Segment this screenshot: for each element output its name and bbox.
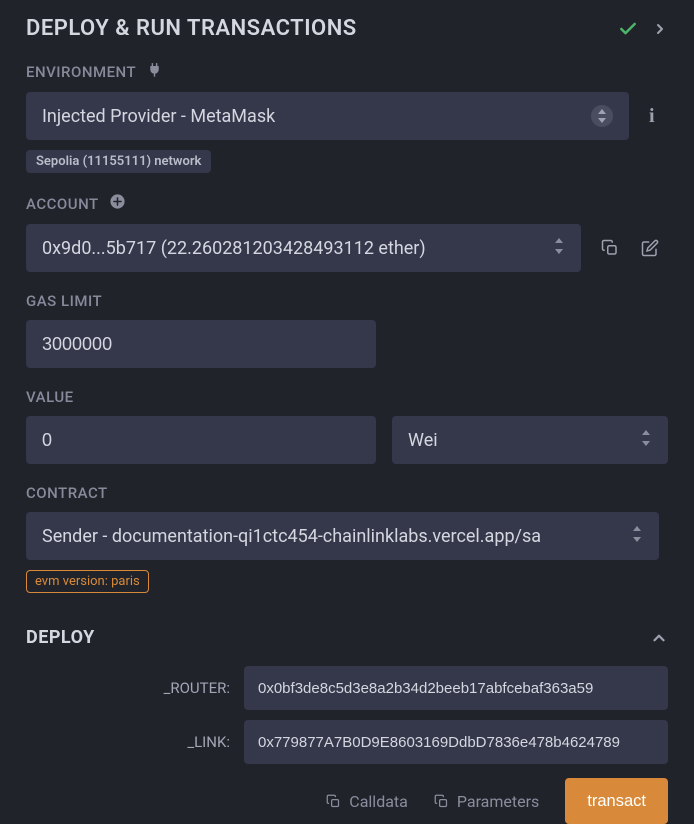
gas-limit-label: GAS LIMIT <box>26 292 102 310</box>
network-badge: Sepolia (11155111) network <box>26 150 211 173</box>
copy-icon[interactable] <box>601 239 619 257</box>
checkmark-icon[interactable] <box>618 19 638 39</box>
account-select[interactable]: 0x9d0...5b717 (22.260281203428493112 eth… <box>26 224 581 272</box>
param-label-router: _ROUTER: <box>34 679 244 697</box>
info-icon[interactable]: i <box>649 105 655 128</box>
account-label: ACCOUNT <box>26 195 99 213</box>
param-input-link[interactable] <box>244 720 668 764</box>
deploy-title: DEPLOY <box>26 627 95 648</box>
gas-limit-input[interactable] <box>26 320 376 368</box>
environment-label: ENVIRONMENT <box>26 63 136 81</box>
gas-limit-label-row: GAS LIMIT <box>26 292 668 310</box>
contract-label: CONTRACT <box>26 484 108 502</box>
plug-icon <box>146 61 163 82</box>
calldata-button[interactable]: Calldata <box>326 792 408 811</box>
parameters-button[interactable]: Parameters <box>434 792 539 811</box>
value-label-row: VALUE <box>26 388 668 406</box>
contract-selected: Sender - documentation-qi1ctc454-chainli… <box>42 526 631 547</box>
contract-label-row: CONTRACT <box>26 484 668 502</box>
panel-header: DEPLOY & RUN TRANSACTIONS <box>26 16 668 41</box>
evm-version-badge: evm version: paris <box>26 570 149 593</box>
param-row-link: _LINK: <box>26 720 668 764</box>
environment-label-row: ENVIRONMENT <box>26 61 668 82</box>
updown-icon <box>591 105 613 127</box>
edit-icon[interactable] <box>641 239 659 257</box>
calldata-label: Calldata <box>349 792 408 811</box>
updown-icon <box>631 526 643 547</box>
parameters-label: Parameters <box>457 792 539 811</box>
account-label-row: ACCOUNT <box>26 193 668 214</box>
value-input[interactable] <box>26 416 376 464</box>
value-label: VALUE <box>26 388 74 406</box>
environment-selected: Injected Provider - MetaMask <box>42 106 591 127</box>
transact-button[interactable]: transact <box>565 778 668 824</box>
account-selected: 0x9d0...5b717 (22.260281203428493112 eth… <box>42 238 553 259</box>
param-label-link: _LINK: <box>34 733 244 751</box>
param-row-router: _ROUTER: <box>26 666 668 710</box>
value-unit-select[interactable]: Wei <box>392 416 668 464</box>
chevron-right-icon[interactable] <box>652 21 668 37</box>
value-unit-selected: Wei <box>408 430 640 451</box>
plus-circle-icon[interactable] <box>109 193 126 214</box>
param-input-router[interactable] <box>244 666 668 710</box>
updown-icon <box>553 238 565 259</box>
panel-title: DEPLOY & RUN TRANSACTIONS <box>26 16 357 41</box>
environment-select[interactable]: Injected Provider - MetaMask <box>26 92 629 140</box>
updown-icon <box>640 430 652 451</box>
chevron-up-icon[interactable] <box>650 629 668 647</box>
contract-select[interactable]: Sender - documentation-qi1ctc454-chainli… <box>26 512 659 560</box>
